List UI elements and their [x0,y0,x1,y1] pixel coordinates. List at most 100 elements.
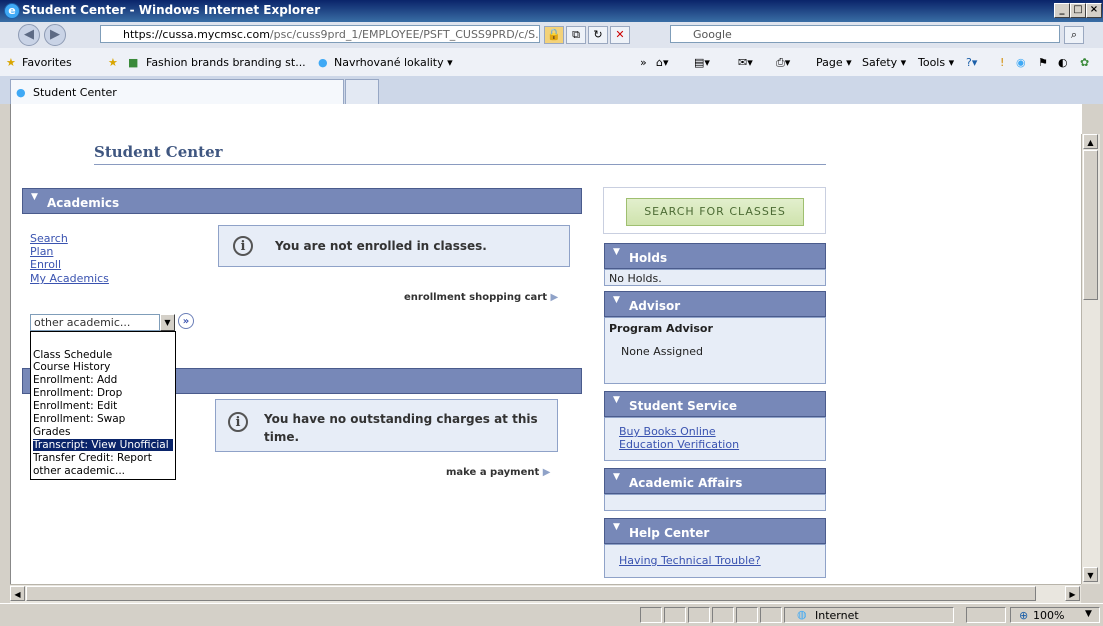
arrow-right-icon: ▶ [542,467,551,478]
enrollment-cart-label: enrollment shopping cart [404,292,547,303]
scroll-up-icon[interactable]: ▲ [1083,134,1098,149]
other-academic-dropdown-list: Class Schedule Course History Enrollment… [30,331,176,480]
holds-header[interactable]: ▼ Holds [604,243,826,269]
address-path: /psc/cuss9prd_1/EMPLOYEE/PSFT_CUSS9PRD/c… [269,28,539,41]
add-favorite-icon[interactable]: ★ [108,56,118,69]
messenger-icon[interactable]: ◉ [1016,56,1026,69]
refresh-icon[interactable]: ↻ [588,26,608,44]
fav-link-suggested[interactable]: Navrhované lokality ▾ [334,56,453,69]
dropdown-option[interactable]: Enrollment: Add [33,374,173,386]
dropdown-arrow-icon[interactable]: ▼ [160,314,175,331]
dropdown-option-selected[interactable]: Transcript: View Unofficial [33,439,173,451]
academics-link-search[interactable]: Search [30,232,68,245]
new-tab-button[interactable] [345,79,379,104]
close-window-button[interactable]: × [1086,3,1102,18]
search-input[interactable]: Google [670,25,1060,43]
tab-strip: ● Student Center [0,76,1103,104]
academics-link-plan[interactable]: Plan [30,245,53,258]
vertical-scrollbar[interactable]: ▲ ▼ [1081,134,1100,584]
dropdown-option[interactable]: Transfer Credit: Report [33,452,173,464]
fav-link-fashion[interactable]: Fashion brands branding st... [146,56,306,69]
address-domain: https://cussa.mycmsc.com [123,28,270,41]
student-service-header[interactable]: ▼ Student Service [604,391,826,417]
help-menu[interactable]: ?▾ [966,56,977,69]
academic-affairs-header[interactable]: ▼ Academic Affairs [604,468,826,494]
holds-header-label: Holds [629,251,668,265]
academic-affairs-header-label: Academic Affairs [629,476,743,490]
favorites-bar: ★ Favorites ★ ■ Fashion brands branding … [0,48,1103,77]
other-academic-select[interactable]: other academic... [30,314,160,331]
security-zone-label: Internet [815,609,859,622]
zoom-control[interactable]: ⊕ 100% ▼ [1010,607,1100,623]
window-title: Student Center - Windows Internet Explor… [22,3,321,17]
tab-label: Student Center [33,86,117,99]
home-icon[interactable]: ⌂▾ [656,56,669,69]
collapse-triangle-icon: ▼ [613,522,620,532]
go-button[interactable]: » [178,313,194,329]
status-segment [736,607,758,623]
page-title: Student Center [94,143,223,161]
protected-mode-icon[interactable] [966,607,1006,623]
academics-link-my-academics[interactable]: My Academics [30,272,109,285]
technical-trouble-link[interactable]: Having Technical Trouble? [619,554,761,567]
dropdown-option[interactable]: other academic... [33,465,173,477]
help-center-panel: Having Technical Trouble? [604,544,826,578]
buy-books-link[interactable]: Buy Books Online [619,425,716,438]
education-verification-link[interactable]: Education Verification [619,438,739,451]
mail-icon[interactable]: ✉▾ [738,56,753,69]
toolbar-extension-icon[interactable]: ⚑ [1038,56,1048,69]
dropdown-option[interactable]: Enrollment: Swap [33,413,173,425]
scroll-right-icon[interactable]: ▶ [1065,586,1080,601]
tab-student-center[interactable]: ● Student Center [10,79,344,104]
academics-link-enroll[interactable]: Enroll [30,258,61,271]
tab-ie-icon: ● [16,86,26,99]
back-button[interactable]: ◀ [18,24,40,46]
forward-button[interactable]: ▶ [44,24,66,46]
tools-menu[interactable]: Tools ▾ [918,56,954,69]
minimize-button[interactable]: _ [1054,3,1070,18]
ie-logo-icon: e [4,3,20,19]
help-center-header[interactable]: ▼ Help Center [604,518,826,544]
toolbar-search-icon[interactable]: ◐ [1058,56,1068,69]
help-center-header-label: Help Center [629,526,710,540]
dropdown-option[interactable]: Class Schedule [33,349,173,361]
search-for-classes-button[interactable]: SEARCH FOR CLASSES [626,198,804,226]
stop-icon[interactable]: ✕ [610,26,630,44]
dropdown-option[interactable]: Enrollment: Edit [33,400,173,412]
academic-affairs-panel [604,494,826,511]
advisor-header-label: Advisor [629,299,681,313]
safety-menu[interactable]: Safety ▾ [862,56,906,69]
favorites-button[interactable]: Favorites [22,56,72,69]
scroll-down-icon[interactable]: ▼ [1083,567,1098,582]
toolbar-addon-icon[interactable]: ✿ [1080,56,1089,69]
address-input[interactable]: https://cussa.mycmsc.com/psc/cuss9prd_1/… [100,25,540,43]
dropdown-option[interactable]: Course History [33,361,173,373]
student-service-header-label: Student Service [629,399,737,413]
more-chevron-icon[interactable]: » [640,56,647,69]
student-service-panel: Buy Books Online Education Verification [604,417,826,461]
feeds-icon[interactable]: ▤▾ [694,56,710,69]
print-icon[interactable]: ⎙▾ [776,56,790,70]
dropdown-option[interactable]: Grades [33,426,173,438]
lock-icon[interactable]: 🔒 [544,26,564,44]
make-payment-link[interactable]: make a payment ▶ [446,467,550,478]
page-menu[interactable]: Page ▾ [816,56,852,69]
search-icon[interactable]: ⌕ [1064,26,1084,44]
dropdown-option[interactable]: Enrollment: Drop [33,387,173,399]
security-zone-panel[interactable]: ◍ Internet [784,607,954,623]
enrollment-cart-link[interactable]: enrollment shopping cart ▶ [404,292,558,303]
favorites-star-icon[interactable]: ★ [6,56,16,69]
vertical-scroll-thumb[interactable] [1083,150,1098,300]
holds-panel: No Holds. [604,269,826,286]
enrollment-message: You are not enrolled in classes. [275,239,487,253]
make-payment-label: make a payment [446,467,540,478]
maximize-button[interactable]: □ [1070,3,1086,18]
collapse-triangle-icon: ▼ [613,247,620,257]
scroll-left-icon[interactable]: ◀ [10,586,25,601]
horizontal-scrollbar[interactable]: ◀ ▶ [10,584,1081,603]
compat-view-icon[interactable]: ⧉ [566,26,586,44]
academics-header[interactable]: ▼ Academics [22,188,582,214]
horizontal-scroll-thumb[interactable] [26,586,1036,601]
research-icon[interactable]: ! [1000,56,1004,69]
advisor-header[interactable]: ▼ Advisor [604,291,826,317]
